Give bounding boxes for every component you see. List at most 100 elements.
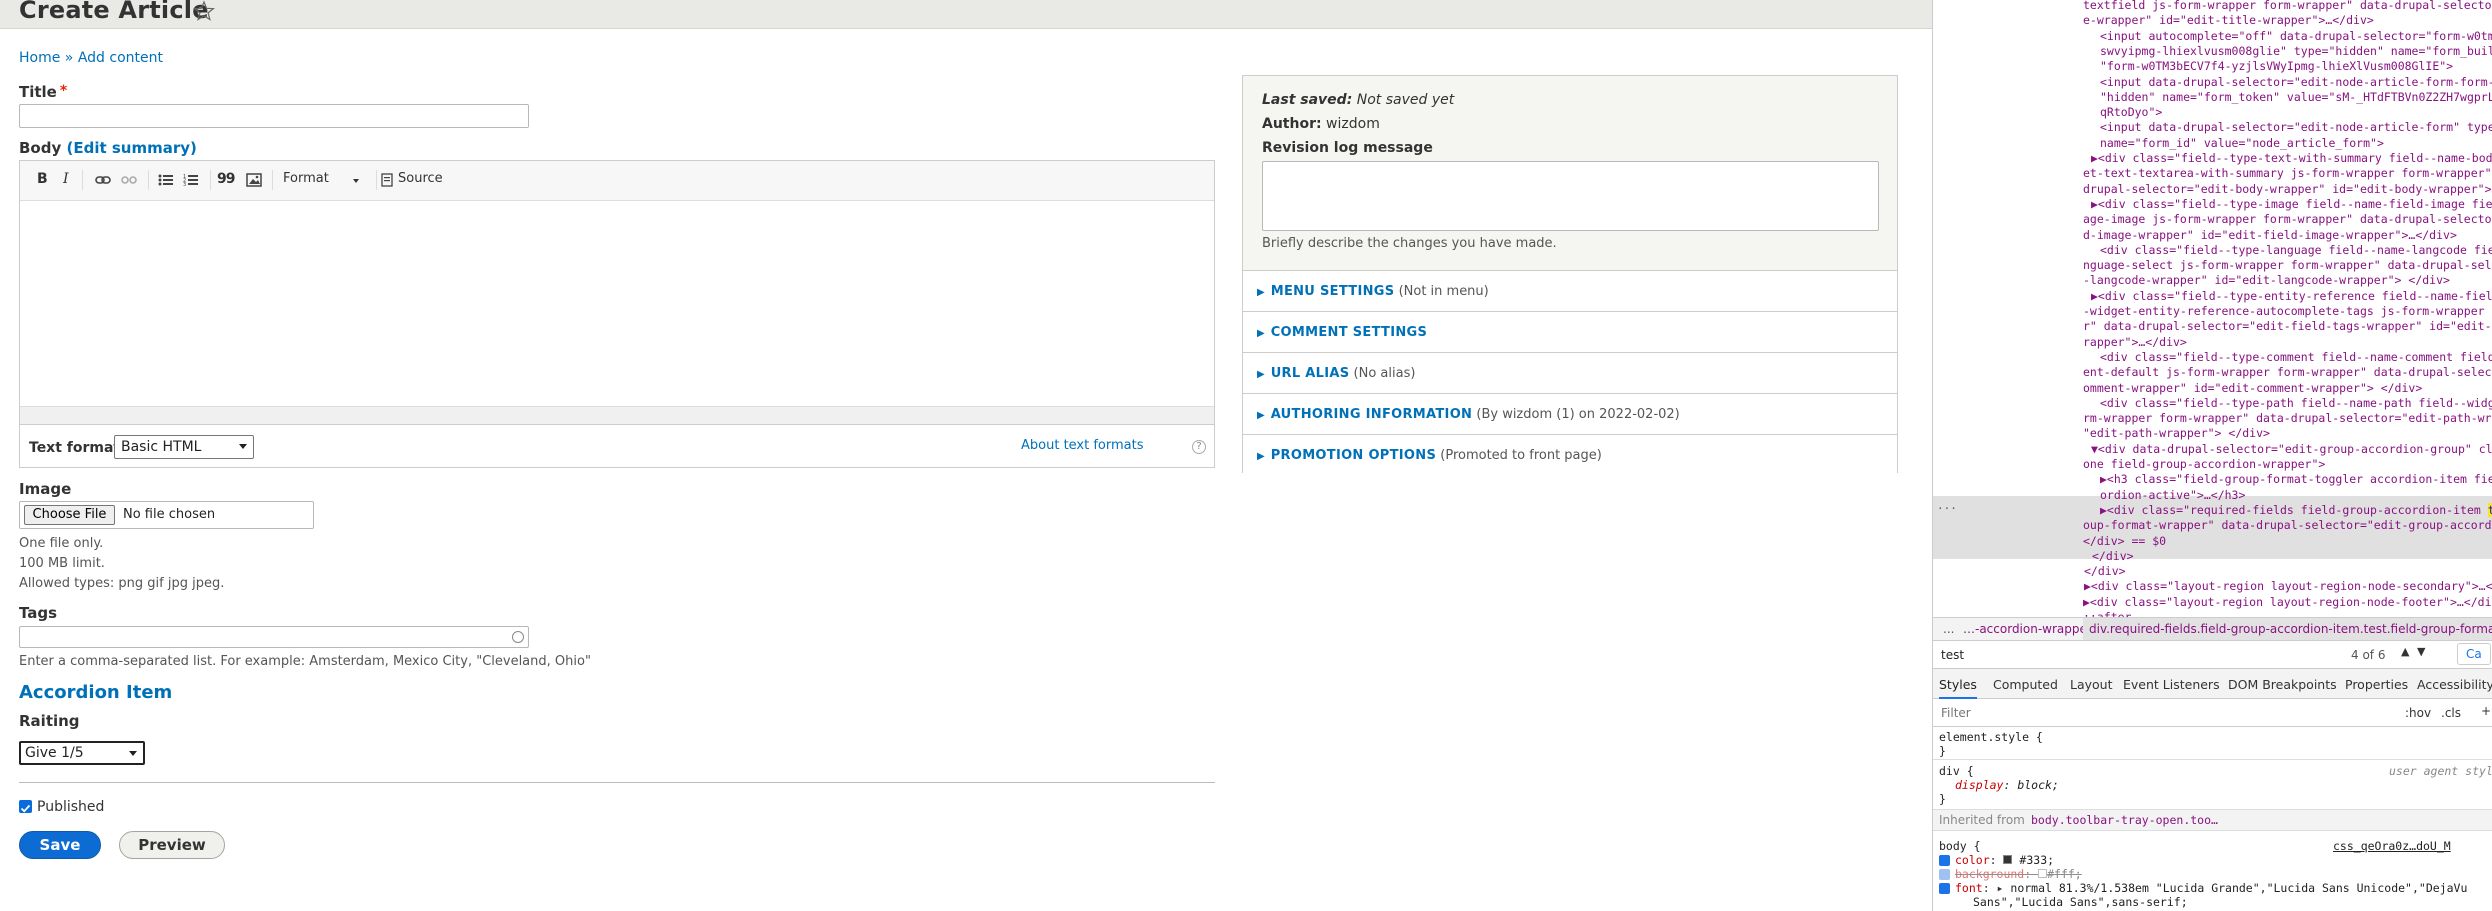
search-next-icon[interactable]: ▼ [2417,645,2425,658]
authoring-information-section[interactable]: ▶ AUTHORING INFORMATION (By wizdom (1) on… [1243,393,1897,434]
tab-properties[interactable]: Properties [2345,677,2408,692]
dom-node-line[interactable]: ▶<h3 class="field-group-format-toggler a… [2100,472,2492,487]
unlink-icon[interactable] [121,174,137,186]
bulleted-list-icon[interactable] [158,173,174,187]
dom-node-line[interactable]: <input data-drupal-selector="edit-node-a… [2100,75,2492,90]
crumb-selected[interactable]: div.required-fields.field-group-accordio… [2083,618,2492,640]
dom-node-line[interactable]: r" data-drupal-selector="edit-field-tags… [2083,319,2492,334]
element-style-rule[interactable]: element.style { [1939,730,2043,744]
help-icon[interactable]: ? [1192,440,1206,454]
link-icon[interactable] [95,174,111,186]
editor-content-area[interactable] [20,201,1214,401]
dom-node-line[interactable]: </div> [2084,564,2126,579]
tab-computed[interactable]: Computed [1993,677,2058,692]
about-text-formats-link[interactable]: About text formats [1021,438,1144,453]
dom-node-line[interactable]: textfield js-form-wrapper form-wrapper" … [2083,0,2492,13]
dom-node-line[interactable]: "hidden" name="form_token" value="sM-_HT… [2100,90,2492,105]
dom-node-line[interactable]: <div class="field--type-language field--… [2100,243,2492,258]
dom-node-line[interactable]: ▶<div class="layout-region layout-region… [2083,595,2492,610]
dom-node-line[interactable]: </div> == $0 [2083,534,2166,549]
revision-log-textarea[interactable] [1262,161,1879,231]
raiting-select[interactable]: Give 1/5 [19,741,145,765]
css-file-link[interactable]: css_qeOra0z…doU_M [2333,839,2451,853]
dom-node-line[interactable]: nguage-select js-form-wrapper form-wrapp… [2083,258,2492,273]
search-cancel-button[interactable]: Ca [2457,643,2491,665]
cls-toggle[interactable]: .cls [2441,706,2461,720]
text-format-select[interactable]: Basic HTML [114,435,254,459]
node-ellipsis[interactable]: ... [1937,498,1957,513]
dom-node-line[interactable]: ▶<div class="field--type-image field--na… [2091,197,2492,212]
url-alias-section[interactable]: ▶ URL ALIAS (No alias) [1243,352,1897,393]
tab-event-listeners[interactable]: Event Listeners [2123,677,2220,692]
dom-node-line[interactable]: <div class="field--type-path field--name… [2100,396,2492,411]
dom-node-line[interactable]: qRtoDyo"> [2100,105,2162,120]
dom-node-line[interactable]: ent-default js-form-wrapper form-wrapper… [2083,365,2492,380]
tab-accessibility[interactable]: Accessibility [2417,677,2492,692]
body-rule[interactable]: body { [1939,839,1981,853]
dom-node-line[interactable]: <div class="field--type-comment field--n… [2100,350,2492,365]
format-dropdown[interactable]: Format [283,171,329,186]
title-input[interactable] [19,104,529,128]
dom-node-line[interactable]: <input data-drupal-selector="edit-node-a… [2100,120,2492,135]
star-icon[interactable] [193,0,215,22]
image-icon[interactable] [246,173,262,187]
save-button[interactable]: Save [19,831,101,859]
dom-node-line[interactable]: ▶<div class="required-fields field-group… [2100,502,2492,518]
dom-node-line[interactable]: ▶<div class="layout-region layout-region… [2084,579,2492,594]
dom-node-line[interactable]: swvyipmg-lhiexlvusm008glie" type="hidden… [2100,44,2492,59]
promotion-options-section[interactable]: ▶ PROMOTION OPTIONS (Promoted to front pa… [1243,434,1897,473]
source-button[interactable]: Source [398,171,443,186]
dom-node-line[interactable]: ▼<div data-drupal-selector="edit-group-a… [2091,442,2492,457]
dom-node-line[interactable]: rapper">…</div> [2083,335,2187,350]
tab-dom-breakpoints[interactable]: DOM Breakpoints [2228,677,2337,692]
dom-node-line[interactable]: </div> [2092,549,2134,564]
accordion-item-title[interactable]: Accordion Item [19,682,172,703]
dom-node-line[interactable]: oup-format-wrapper" data-drupal-selector… [2083,518,2492,533]
dom-node-line[interactable]: rm-wrapper form-wrapper" data-drupal-sel… [2083,411,2492,426]
inherited-from-link[interactable]: body.toolbar-tray-open.too… [2031,813,2218,827]
tab-layout[interactable]: Layout [2070,677,2113,692]
comment-settings-section[interactable]: ▶ COMMENT SETTINGS [1243,311,1897,352]
dom-node-line[interactable]: "edit-path-wrapper"> </div> [2083,426,2270,441]
published-checkbox[interactable] [19,800,32,813]
add-rule-icon[interactable]: + [2481,704,2491,718]
dom-node-line[interactable]: -langcode-wrapper" id="edit-langcode-wra… [2083,273,2450,288]
checkbox-icon[interactable] [1939,869,1950,880]
dom-node-line[interactable]: et-text-textarea-with-summary js-form-wr… [2083,166,2492,181]
dom-node-line[interactable]: name="form_id" value="node_article_form"… [2100,136,2384,151]
edit-summary-link[interactable]: (Edit summary) [67,139,197,157]
crumb-ellipsis[interactable]: ... [1943,622,1954,636]
crumb-parent[interactable]: …-accordion-wrapper [1963,622,2092,636]
menu-settings-section[interactable]: ▶ MENU SETTINGS (Not in menu) [1243,270,1897,311]
tab-styles[interactable]: Styles [1939,677,1977,699]
dom-node-line[interactable]: ordion-active">…</h3> [2100,488,2245,503]
filter-input[interactable]: Filter [1941,706,1971,720]
choose-file-button[interactable]: Choose File [24,505,115,525]
dom-node-line[interactable]: ::after [2083,610,2131,617]
div-rule[interactable]: div { [1939,764,1974,778]
dom-node-line[interactable]: ▶<div class="field--type-entity-referenc… [2091,289,2492,304]
checkbox-icon[interactable] [1939,883,1950,894]
breadcrumb-home[interactable]: Home [19,50,60,66]
italic-button[interactable]: I [63,171,69,187]
dom-node-line[interactable]: <input autocomplete="off" data-drupal-se… [2100,29,2492,44]
dom-node-line[interactable]: omment-wrapper" id="edit-comment-wrapper… [2083,381,2422,396]
hov-toggle[interactable]: :hov [2405,706,2431,720]
dom-node-line[interactable]: "form-w0TM3bECV7f4-yzjlsVWyIpmg-lhieXlVu… [2100,59,2453,74]
dom-node-line[interactable]: one field-group-accordion-wrapper"> [2083,457,2325,472]
bold-button[interactable]: B [37,171,48,187]
search-input[interactable]: test [1941,648,1964,662]
numbered-list-icon[interactable]: 123 [183,173,199,187]
dom-node-line[interactable]: age-image js-form-wrapper form-wrapper" … [2083,212,2492,227]
preview-button[interactable]: Preview [119,831,225,859]
dom-node-line[interactable]: e-wrapper" id="edit-title-wrapper">…</di… [2083,13,2374,28]
blockquote-button[interactable]: 99 [217,171,236,187]
dom-node-line[interactable]: -widget-entity-reference-autocomplete-ta… [2083,304,2492,319]
dom-node-line[interactable]: d-image-wrapper" id="edit-field-image-wr… [2083,228,2457,243]
search-prev-icon[interactable]: ▲ [2401,645,2409,658]
breadcrumb-add-content[interactable]: Add content [78,50,163,66]
dom-node-line[interactable]: drupal-selector="edit-body-wrapper" id="… [2083,182,2492,197]
checkbox-icon[interactable] [1939,855,1950,866]
dom-node-line[interactable]: ▶<div class="field--type-text-with-summa… [2091,151,2492,166]
tags-input[interactable] [19,626,529,648]
